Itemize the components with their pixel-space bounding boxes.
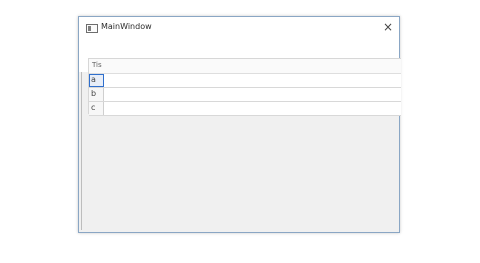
table-row[interactable]: c xyxy=(89,102,401,116)
row-header[interactable]: b xyxy=(89,88,104,101)
table-header: Tis xyxy=(89,59,401,74)
window-icon xyxy=(86,24,98,33)
table-cell[interactable] xyxy=(104,74,401,87)
title-bar: MainWindow × xyxy=(79,17,399,56)
main-window: MainWindow × Tis a b c xyxy=(78,16,401,233)
row-header[interactable]: a xyxy=(89,74,104,87)
column-header-tis[interactable]: Tis xyxy=(92,61,102,69)
table-cell[interactable] xyxy=(104,102,401,115)
table: Tis a b c xyxy=(88,58,401,116)
row-header[interactable]: c xyxy=(89,102,104,115)
row-label: b xyxy=(91,89,97,98)
table-row[interactable]: b xyxy=(89,88,401,102)
row-label: c xyxy=(91,103,96,112)
window-title: MainWindow xyxy=(101,22,152,31)
table-row[interactable]: a xyxy=(89,74,401,88)
table-cell[interactable] xyxy=(104,88,401,101)
left-divider xyxy=(81,72,82,230)
row-label: a xyxy=(91,75,96,84)
close-icon[interactable]: × xyxy=(381,19,395,35)
